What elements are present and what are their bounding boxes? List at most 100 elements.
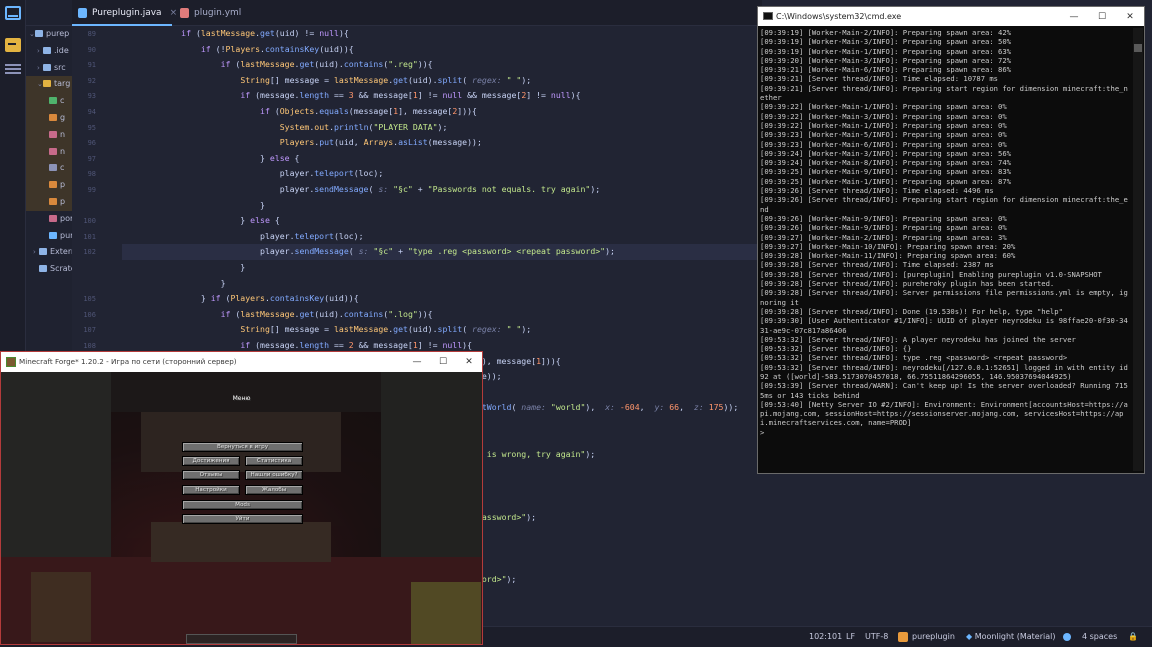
code-line[interactable]: String[] message = lastMessage.get(uid).… bbox=[122, 322, 762, 338]
cmd-titlebar[interactable]: C:\Windows\system32\cmd.exe — ☐ ✕ bbox=[758, 7, 1144, 26]
minimize-icon[interactable]: — bbox=[1060, 8, 1088, 27]
file-icon bbox=[49, 147, 57, 155]
maximize-icon[interactable]: ☐ bbox=[430, 352, 456, 372]
theme-widget[interactable]: ◆ Moonlight (Material) bbox=[966, 627, 1055, 647]
close-icon[interactable]: ✕ bbox=[1116, 8, 1144, 27]
tree-item[interactable]: n bbox=[26, 143, 72, 161]
folder-icon[interactable] bbox=[5, 38, 21, 52]
console-line: > bbox=[760, 427, 765, 437]
lock-icon[interactable]: 🔒 bbox=[1128, 627, 1138, 647]
console-line: [09:39:22] [Worker-Main-3/INFO]: Prepari… bbox=[760, 111, 1007, 121]
console-line: [09:39:26] [Worker-Main-9/INFO]: Prepari… bbox=[760, 213, 1007, 223]
minecraft-title: Minecraft Forge* 1.20.2 - Игра по сети (… bbox=[19, 357, 237, 366]
tree-item[interactable]: ⌄ purep bbox=[26, 26, 72, 43]
tree-item-label: c bbox=[60, 163, 65, 173]
console-line: [09:53:32] [Server thread/INFO]: A playe… bbox=[760, 334, 1076, 344]
code-line[interactable]: if (!Players.containsKey(uid)){ bbox=[122, 42, 762, 58]
console-scrollbar[interactable] bbox=[1133, 28, 1143, 471]
code-line[interactable]: Players.put(uid, Arrays.asList(message))… bbox=[122, 135, 762, 151]
tab-label: Pureplugin.java bbox=[92, 8, 162, 18]
code-line[interactable]: } bbox=[122, 260, 762, 276]
console-line: [09:39:23] [Worker-Main-5/INFO]: Prepari… bbox=[760, 130, 1007, 140]
scrollbar-thumb[interactable] bbox=[1134, 44, 1142, 52]
indent-setting[interactable]: 4 spaces bbox=[1082, 627, 1117, 647]
code-line[interactable]: player.teleport(loc); bbox=[122, 166, 762, 182]
tree-item[interactable]: pur bbox=[26, 228, 72, 245]
tree-item[interactable]: p bbox=[26, 193, 72, 211]
back-to-game-button[interactable]: Вернуться в игру bbox=[182, 442, 303, 452]
feedback-button[interactable]: Отзывы bbox=[182, 470, 240, 480]
tab-label: plugin.yml bbox=[194, 8, 242, 18]
code-line[interactable]: } else { bbox=[122, 213, 762, 229]
console-line: [09:39:22] [Worker-Main-1/INFO]: Prepari… bbox=[760, 120, 1007, 130]
tree-item[interactable]: › .ide bbox=[26, 43, 72, 60]
code-line[interactable]: if (lastMessage.get(uid).contains(".reg"… bbox=[122, 57, 762, 73]
console-line: [09:53:39] [Server thread/WARN]: Can't k… bbox=[760, 381, 1128, 400]
tree-item[interactable]: p bbox=[26, 177, 72, 194]
line-number: 98 bbox=[87, 170, 96, 179]
options-button[interactable]: Настройки bbox=[182, 485, 240, 495]
cursor-position[interactable]: 102:101 bbox=[809, 627, 842, 647]
report-bugs-button[interactable]: Нашли ошибку? bbox=[245, 470, 303, 480]
console-line: [09:39:25] [Worker-Main-9/INFO]: Prepari… bbox=[760, 167, 1011, 177]
tree-item[interactable]: › src bbox=[26, 60, 72, 77]
code-line[interactable]: } else { bbox=[122, 151, 762, 167]
code-line[interactable]: String[] message = lastMessage.get(uid).… bbox=[122, 73, 762, 89]
minimize-icon[interactable]: — bbox=[404, 352, 430, 372]
tree-item[interactable]: c bbox=[26, 160, 72, 178]
close-icon[interactable]: ✕ bbox=[456, 352, 482, 372]
project-view-icon[interactable] bbox=[5, 6, 21, 20]
disconnect-button[interactable]: Уйти bbox=[182, 514, 303, 524]
maximize-icon[interactable]: ☐ bbox=[1088, 8, 1116, 27]
line-separator[interactable]: LF bbox=[846, 627, 855, 647]
code-line[interactable]: } bbox=[122, 276, 762, 292]
tree-item-label: g bbox=[60, 112, 66, 122]
tree-item[interactable]: g bbox=[26, 109, 72, 127]
code-line[interactable]: } bbox=[122, 198, 762, 214]
cmd-window[interactable]: C:\Windows\system32\cmd.exe — ☐ ✕ [09:39:1… bbox=[757, 6, 1145, 474]
statistics-button[interactable]: Статистика bbox=[245, 456, 303, 466]
console-line: [09:39:25] [Worker-Main-1/INFO]: Prepari… bbox=[760, 176, 1011, 186]
minecraft-titlebar[interactable]: Minecraft Forge* 1.20.2 - Игра по сети (… bbox=[1, 352, 482, 372]
file-icon bbox=[49, 181, 57, 189]
mods-button[interactable]: Mods bbox=[182, 500, 303, 510]
console-line: [09:39:23] [Worker-Main-6/INFO]: Prepari… bbox=[760, 139, 1007, 149]
line-number: 101 bbox=[83, 232, 96, 241]
code-line[interactable]: if (Objects.equals(message[1], message[2… bbox=[122, 104, 762, 120]
line-number: 99 bbox=[87, 186, 96, 194]
advancements-button[interactable]: Достижения bbox=[182, 456, 240, 466]
file-icon bbox=[35, 30, 43, 37]
code-line[interactable]: if (lastMessage.get(uid).contains(".log"… bbox=[122, 307, 762, 323]
tree-item[interactable]: Scratc bbox=[26, 261, 72, 278]
tree-item[interactable]: ⌄ targ bbox=[26, 76, 72, 94]
tree-item[interactable]: por bbox=[26, 211, 72, 228]
tree-item[interactable]: c bbox=[26, 93, 72, 110]
tree-item[interactable]: ›Extern bbox=[26, 244, 72, 261]
console-output[interactable]: [09:39:19] [Worker-Main-2/INFO]: Prepari… bbox=[760, 28, 1132, 471]
code-line[interactable]: player.sendMessage( s: "§c" + "type .reg… bbox=[122, 244, 762, 260]
minecraft-window[interactable]: Minecraft Forge* 1.20.2 - Игра по сети (… bbox=[0, 351, 483, 645]
code-line[interactable]: player.teleport(loc); bbox=[122, 229, 762, 245]
game-viewport[interactable]: Меню Вернуться в игру Достижения Статист… bbox=[1, 372, 482, 644]
code-line[interactable]: System.out.println("PLAYER DATA"); bbox=[122, 120, 762, 136]
project-widget[interactable]: pureplugin bbox=[898, 627, 955, 647]
code-line[interactable]: player.sendMessage( s: "§c" + "Passwords… bbox=[122, 182, 762, 198]
line-number: 94 bbox=[87, 108, 96, 116]
console-line: [09:39:21] [Server thread/INFO]: Prepari… bbox=[760, 83, 1128, 103]
tab-plugin-yml[interactable]: plugin.yml bbox=[174, 0, 264, 26]
tree-item-label: n bbox=[60, 146, 66, 156]
tree-item[interactable]: n bbox=[26, 126, 72, 144]
console-line: [09:39:28] [Server thread/INFO]: [purepl… bbox=[760, 269, 1102, 279]
player-reporting-button[interactable]: Жалобы bbox=[245, 485, 303, 495]
file-icon bbox=[43, 80, 51, 88]
code-line[interactable]: if (lastMessage.get(uid) != null){ bbox=[122, 26, 762, 42]
console-line: [09:39:22] [Worker-Main-1/INFO]: Prepari… bbox=[760, 102, 1007, 112]
notification-dot-icon[interactable] bbox=[1063, 627, 1071, 647]
file-encoding[interactable]: UTF-8 bbox=[865, 627, 888, 647]
tab-pureplugin-java[interactable]: Pureplugin.java × bbox=[72, 0, 177, 26]
file-icon bbox=[39, 248, 47, 256]
line-number: 105 bbox=[83, 295, 96, 304]
code-line[interactable]: } if (Players.containsKey(uid)){ bbox=[122, 291, 762, 307]
code-line[interactable]: if (message.length == 3 && message[1] !=… bbox=[122, 88, 762, 104]
structure-icon[interactable] bbox=[5, 62, 21, 76]
